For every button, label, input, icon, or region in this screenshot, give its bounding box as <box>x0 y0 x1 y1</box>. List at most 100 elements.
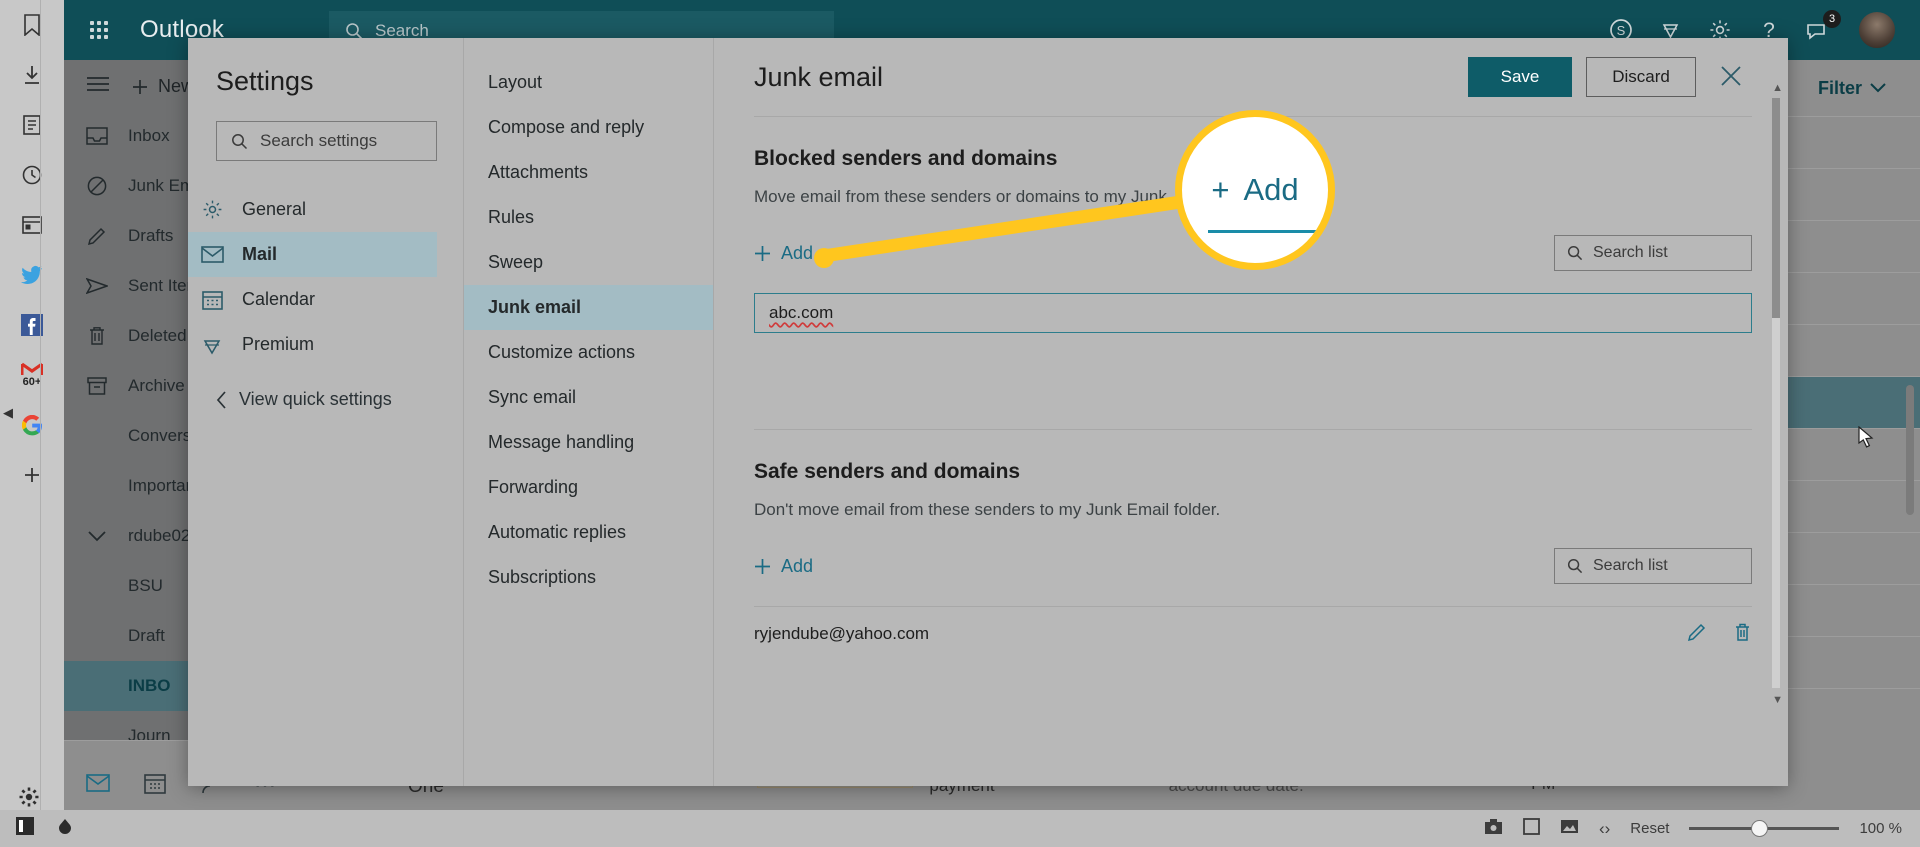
blocked-domain-input[interactable]: abc.com <box>754 293 1752 333</box>
settings-nav-label: General <box>242 199 307 219</box>
settings-category-nav: General Mail Calendar Premium <box>188 187 437 367</box>
rail-collapse-icon[interactable]: ◀ <box>3 405 13 421</box>
zoom-slider-knob[interactable] <box>1751 820 1769 837</box>
plus-icon <box>133 79 147 94</box>
folder-item-label: Importar <box>128 476 192 495</box>
envelope-icon <box>200 246 224 263</box>
safe-search-list-input[interactable]: Search list <box>1554 548 1752 584</box>
discard-button[interactable]: Discard <box>1586 57 1696 97</box>
settings-subnav-label: Layout <box>488 72 543 92</box>
settings-subnav-label: Junk email <box>488 297 582 317</box>
pane-scrollbar[interactable] <box>1772 98 1780 688</box>
app-launcher-waffle-icon[interactable] <box>76 21 122 39</box>
search-icon <box>1567 245 1583 261</box>
window-icon[interactable] <box>15 208 49 242</box>
settings-pane-header: Junk email Save Discard <box>754 38 1752 116</box>
search-icon <box>232 133 248 149</box>
blocked-search-list-input[interactable]: Search list <box>1554 235 1752 271</box>
callout-label: Add <box>1243 172 1299 207</box>
avatar[interactable] <box>1858 11 1896 49</box>
settings-nav-mail[interactable]: Mail <box>188 232 437 277</box>
settings-search-placeholder: Search settings <box>260 131 378 150</box>
zoom-level-label: 100 % <box>1859 820 1902 837</box>
taskbar-left-icons <box>0 817 74 840</box>
pane-scroll-down-arrow[interactable]: ▼ <box>1772 694 1783 706</box>
calendar-icon[interactable] <box>144 772 166 799</box>
settings-search-input[interactable]: Search settings <box>216 121 437 161</box>
facebook-icon[interactable] <box>15 308 49 342</box>
filter-label: Filter <box>1817 77 1862 98</box>
gmail-icon[interactable]: 60+ <box>15 358 49 392</box>
folder-item-label: INBO <box>128 676 171 695</box>
camera-icon[interactable] <box>1484 818 1503 839</box>
settings-subnav-automatic-replies[interactable]: Automatic replies <box>464 510 713 555</box>
history-clock-icon[interactable] <box>15 158 49 192</box>
google-icon[interactable] <box>15 408 49 442</box>
blocked-domain-value: abc.com <box>769 303 834 322</box>
settings-nav-label: Mail <box>242 244 278 264</box>
settings-subnav-forwarding[interactable]: Forwarding <box>464 465 713 510</box>
section-divider <box>754 429 1752 430</box>
folder-item-label: Drafts <box>128 226 174 245</box>
settings-subnav-rules[interactable]: Rules <box>464 195 713 240</box>
image-icon[interactable] <box>1560 818 1579 839</box>
twitter-icon[interactable] <box>15 258 49 292</box>
settings-subnav-junk-email[interactable]: Junk email <box>464 285 713 330</box>
drafts-pencil-icon <box>86 226 108 246</box>
square-icon[interactable] <box>1523 818 1540 839</box>
pane-scroll-up-arrow[interactable]: ▲ <box>1772 82 1783 94</box>
edit-pencil-icon[interactable] <box>1687 622 1707 647</box>
add-tile-icon[interactable] <box>15 458 49 492</box>
settings-subnav-attachments[interactable]: Attachments <box>464 150 713 195</box>
safe-add-button[interactable]: Add <box>754 556 813 577</box>
safe-search-placeholder: Search list <box>1593 557 1668 574</box>
settings-subnav-layout[interactable]: Layout <box>464 60 713 105</box>
settings-subnav-label: Rules <box>488 207 535 227</box>
settings-subnav-customize-actions[interactable]: Customize actions <box>464 330 713 375</box>
gmail-badge-count: 60+ <box>22 376 42 388</box>
settings-subnav-label: Sweep <box>488 252 544 272</box>
page-title: Junk email <box>754 61 884 92</box>
new-message-button[interactable]: New <box>132 76 194 97</box>
sent-paperplane-icon <box>86 278 108 294</box>
settings-nav-general[interactable]: General <box>188 187 437 232</box>
settings-nav-premium[interactable]: Premium <box>188 322 437 367</box>
safe-add-label: Add <box>781 555 814 576</box>
svg-text:S: S <box>1617 23 1626 38</box>
code-icon[interactable]: ‹› <box>1599 819 1610 839</box>
settings-subnav-sync-email[interactable]: Sync email <box>464 375 713 420</box>
blocked-search-placeholder: Search list <box>1593 244 1668 261</box>
folder-item-label: rdube02 <box>128 526 191 545</box>
calendar-icon <box>200 289 224 310</box>
save-button[interactable]: Save <box>1468 57 1572 97</box>
reset-label[interactable]: Reset <box>1630 820 1669 837</box>
plus-icon <box>755 558 770 574</box>
folder-item-label: Inbox <box>128 126 170 145</box>
view-quick-settings-link[interactable]: View quick settings <box>216 389 437 410</box>
download-icon[interactable] <box>15 58 49 92</box>
message-list-scrollbar[interactable] <box>1906 385 1914 515</box>
start-icon[interactable] <box>16 817 34 840</box>
mail-icon[interactable] <box>86 773 110 797</box>
close-icon[interactable] <box>1710 59 1752 96</box>
settings-subnav-compose-and-reply[interactable]: Compose and reply <box>464 105 713 150</box>
settings-subnav-message-handling[interactable]: Message handling <box>464 420 713 465</box>
folder-item-label: Junk Em <box>128 176 195 195</box>
app-icon[interactable] <box>56 817 74 840</box>
annotation-magnifier-callout: + Add <box>1175 110 1335 270</box>
bookmark-icon[interactable] <box>15 8 49 42</box>
blocked-add-button[interactable]: Add <box>754 243 813 264</box>
archive-box-icon <box>86 377 108 395</box>
reading-list-icon[interactable] <box>15 108 49 142</box>
zoom-slider[interactable] <box>1689 820 1840 837</box>
view-quick-settings-label: View quick settings <box>239 389 392 409</box>
delete-trash-icon[interactable] <box>1733 622 1752 647</box>
settings-subnav-subscriptions[interactable]: Subscriptions <box>464 555 713 600</box>
hamburger-icon[interactable] <box>86 76 110 97</box>
folder-item-label: Archive <box>128 376 185 395</box>
feedback-icon[interactable]: 3 <box>1806 10 1841 41</box>
settings-nav-calendar[interactable]: Calendar <box>188 277 437 322</box>
browser-settings-gear-icon[interactable] <box>18 786 40 813</box>
chevron-left-icon <box>216 390 226 409</box>
settings-subnav-sweep[interactable]: Sweep <box>464 240 713 285</box>
